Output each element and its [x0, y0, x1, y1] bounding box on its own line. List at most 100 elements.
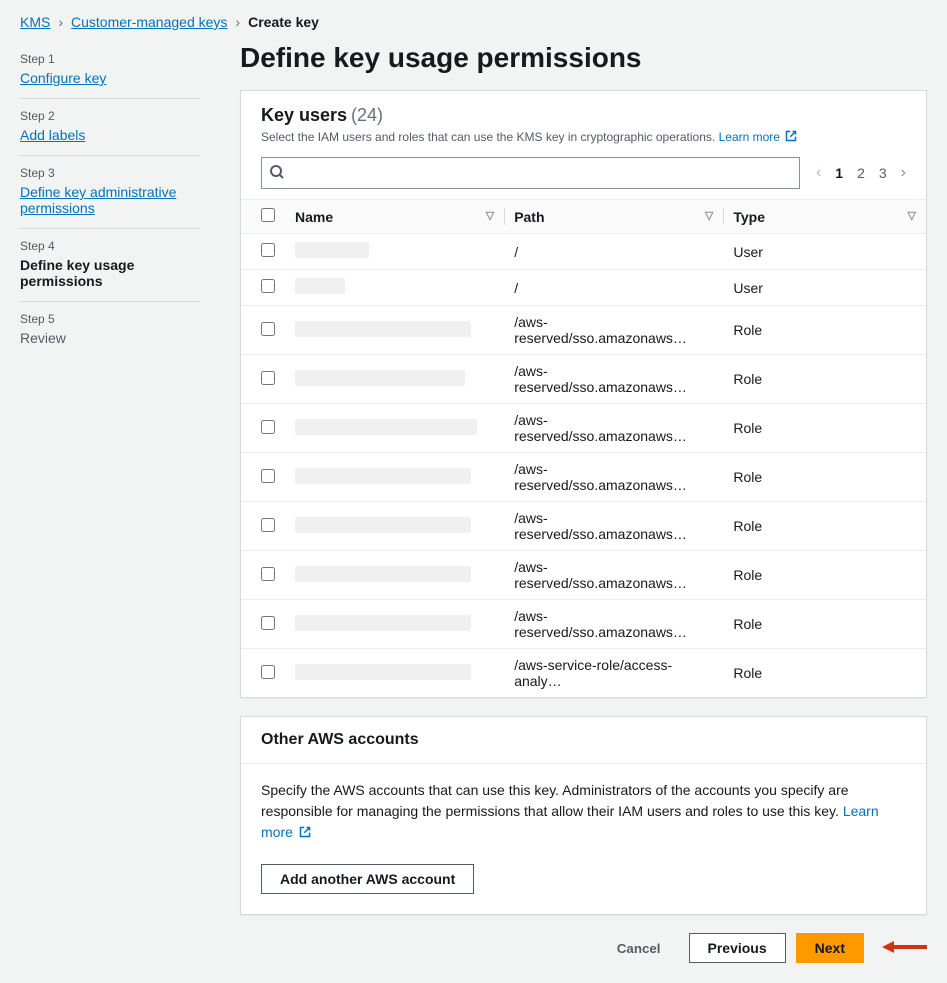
table-row: /aws-reserved/sso.amazonaws…Role: [241, 600, 926, 649]
table-row: /aws-reserved/sso.amazonaws…Role: [241, 306, 926, 355]
col-type[interactable]: Type▽: [723, 200, 926, 234]
panel-title: Other AWS accounts: [241, 717, 926, 764]
chevron-right-icon: ›: [58, 14, 63, 30]
cell-name: [285, 355, 504, 404]
cell-name: [285, 306, 504, 355]
table-row: /aws-reserved/sso.amazonaws…Role: [241, 453, 926, 502]
cell-type: Role: [723, 502, 926, 551]
cell-name: [285, 502, 504, 551]
panel-count: (24): [351, 105, 383, 125]
cell-type: Role: [723, 649, 926, 698]
cell-path: /aws-reserved/sso.amazonaws…: [504, 404, 723, 453]
cell-path: /: [504, 234, 723, 270]
cell-type: Role: [723, 404, 926, 453]
search-input[interactable]: [261, 157, 800, 189]
cell-type: Role: [723, 600, 926, 649]
cell-path: /: [504, 270, 723, 306]
col-path[interactable]: Path▽: [504, 200, 723, 234]
key-users-table: Name▽ Path▽ Type▽ /User/User/aws-reserve…: [241, 199, 926, 697]
table-row: /aws-reserved/sso.amazonaws…Role: [241, 355, 926, 404]
sort-icon[interactable]: ▽: [705, 209, 713, 222]
cell-path: /aws-reserved/sso.amazonaws…: [504, 355, 723, 404]
cell-name: [285, 404, 504, 453]
cell-name: [285, 453, 504, 502]
page-title: Define key usage permissions: [240, 42, 927, 74]
cell-path: /aws-reserved/sso.amazonaws…: [504, 600, 723, 649]
other-accounts-panel: Other AWS accounts Specify the AWS accou…: [240, 716, 927, 915]
cell-type: User: [723, 270, 926, 306]
cell-name: [285, 551, 504, 600]
table-row: /aws-service-role/access-analy…Role: [241, 649, 926, 698]
step-add-labels[interactable]: Add labels: [20, 127, 200, 143]
table-row: /aws-reserved/sso.amazonaws…Role: [241, 551, 926, 600]
cell-path: /aws-service-role/access-analy…: [504, 649, 723, 698]
cell-name: [285, 600, 504, 649]
page-3[interactable]: 3: [879, 165, 887, 181]
cell-type: Role: [723, 306, 926, 355]
table-row: /User: [241, 270, 926, 306]
cell-name: [285, 270, 504, 306]
breadcrumb: KMS › Customer-managed keys › Create key: [20, 14, 927, 30]
page-next[interactable]: ›: [901, 164, 906, 182]
cell-type: Role: [723, 551, 926, 600]
row-checkbox[interactable]: [261, 665, 275, 679]
step-usage-permissions: Define key usage permissions: [20, 257, 200, 289]
row-checkbox[interactable]: [261, 420, 275, 434]
page-prev[interactable]: ‹: [816, 164, 821, 182]
sort-icon[interactable]: ▽: [486, 209, 494, 222]
table-row: /aws-reserved/sso.amazonaws…Role: [241, 404, 926, 453]
cell-path: /aws-reserved/sso.amazonaws…: [504, 551, 723, 600]
panel-desc: Specify the AWS accounts that can use th…: [261, 782, 849, 819]
chevron-right-icon: ›: [235, 14, 240, 30]
breadcrumb-root[interactable]: KMS: [20, 14, 50, 30]
row-checkbox[interactable]: [261, 322, 275, 336]
wizard-steps: Step 1 Configure key Step 2 Add labels S…: [20, 42, 200, 963]
annotation-arrow-icon: [882, 938, 927, 959]
previous-button[interactable]: Previous: [689, 933, 786, 963]
cell-name: [285, 234, 504, 270]
panel-desc: Select the IAM users and roles that can …: [261, 130, 715, 144]
cell-type: Role: [723, 355, 926, 404]
table-row: /User: [241, 234, 926, 270]
breadcrumb-current: Create key: [248, 14, 319, 30]
cancel-button[interactable]: Cancel: [599, 935, 679, 962]
step-admin-permissions[interactable]: Define key administrative permissions: [20, 184, 200, 216]
row-checkbox[interactable]: [261, 567, 275, 581]
external-link-icon: [785, 130, 797, 145]
step-label: Step 4: [20, 239, 200, 253]
select-all-checkbox[interactable]: [261, 208, 275, 222]
page-1[interactable]: 1: [835, 165, 843, 181]
cell-path: /aws-reserved/sso.amazonaws…: [504, 502, 723, 551]
cell-path: /aws-reserved/sso.amazonaws…: [504, 453, 723, 502]
sort-icon[interactable]: ▽: [908, 209, 916, 222]
panel-title: Key users: [261, 105, 347, 125]
wizard-footer: Cancel Previous Next: [240, 933, 927, 963]
cell-name: [285, 649, 504, 698]
row-checkbox[interactable]: [261, 469, 275, 483]
step-configure-key[interactable]: Configure key: [20, 70, 200, 86]
step-label: Step 3: [20, 166, 200, 180]
row-checkbox[interactable]: [261, 518, 275, 532]
learn-more-link[interactable]: Learn more: [719, 130, 798, 144]
row-checkbox[interactable]: [261, 243, 275, 257]
external-link-icon: [299, 823, 311, 844]
pagination: ‹ 1 2 3 ›: [816, 164, 906, 182]
step-label: Step 2: [20, 109, 200, 123]
search-icon: [269, 164, 285, 183]
row-checkbox[interactable]: [261, 371, 275, 385]
cell-type: Role: [723, 453, 926, 502]
next-button[interactable]: Next: [796, 933, 864, 963]
row-checkbox[interactable]: [261, 279, 275, 293]
step-label: Step 5: [20, 312, 200, 326]
row-checkbox[interactable]: [261, 616, 275, 630]
step-label: Step 1: [20, 52, 200, 66]
page-2[interactable]: 2: [857, 165, 865, 181]
table-row: /aws-reserved/sso.amazonaws…Role: [241, 502, 926, 551]
col-name[interactable]: Name▽: [285, 200, 504, 234]
cell-type: User: [723, 234, 926, 270]
cell-path: /aws-reserved/sso.amazonaws…: [504, 306, 723, 355]
add-account-button[interactable]: Add another AWS account: [261, 864, 474, 894]
breadcrumb-section[interactable]: Customer-managed keys: [71, 14, 227, 30]
step-review: Review: [20, 330, 200, 346]
key-users-panel: Key users (24) Select the IAM users and …: [240, 90, 927, 698]
